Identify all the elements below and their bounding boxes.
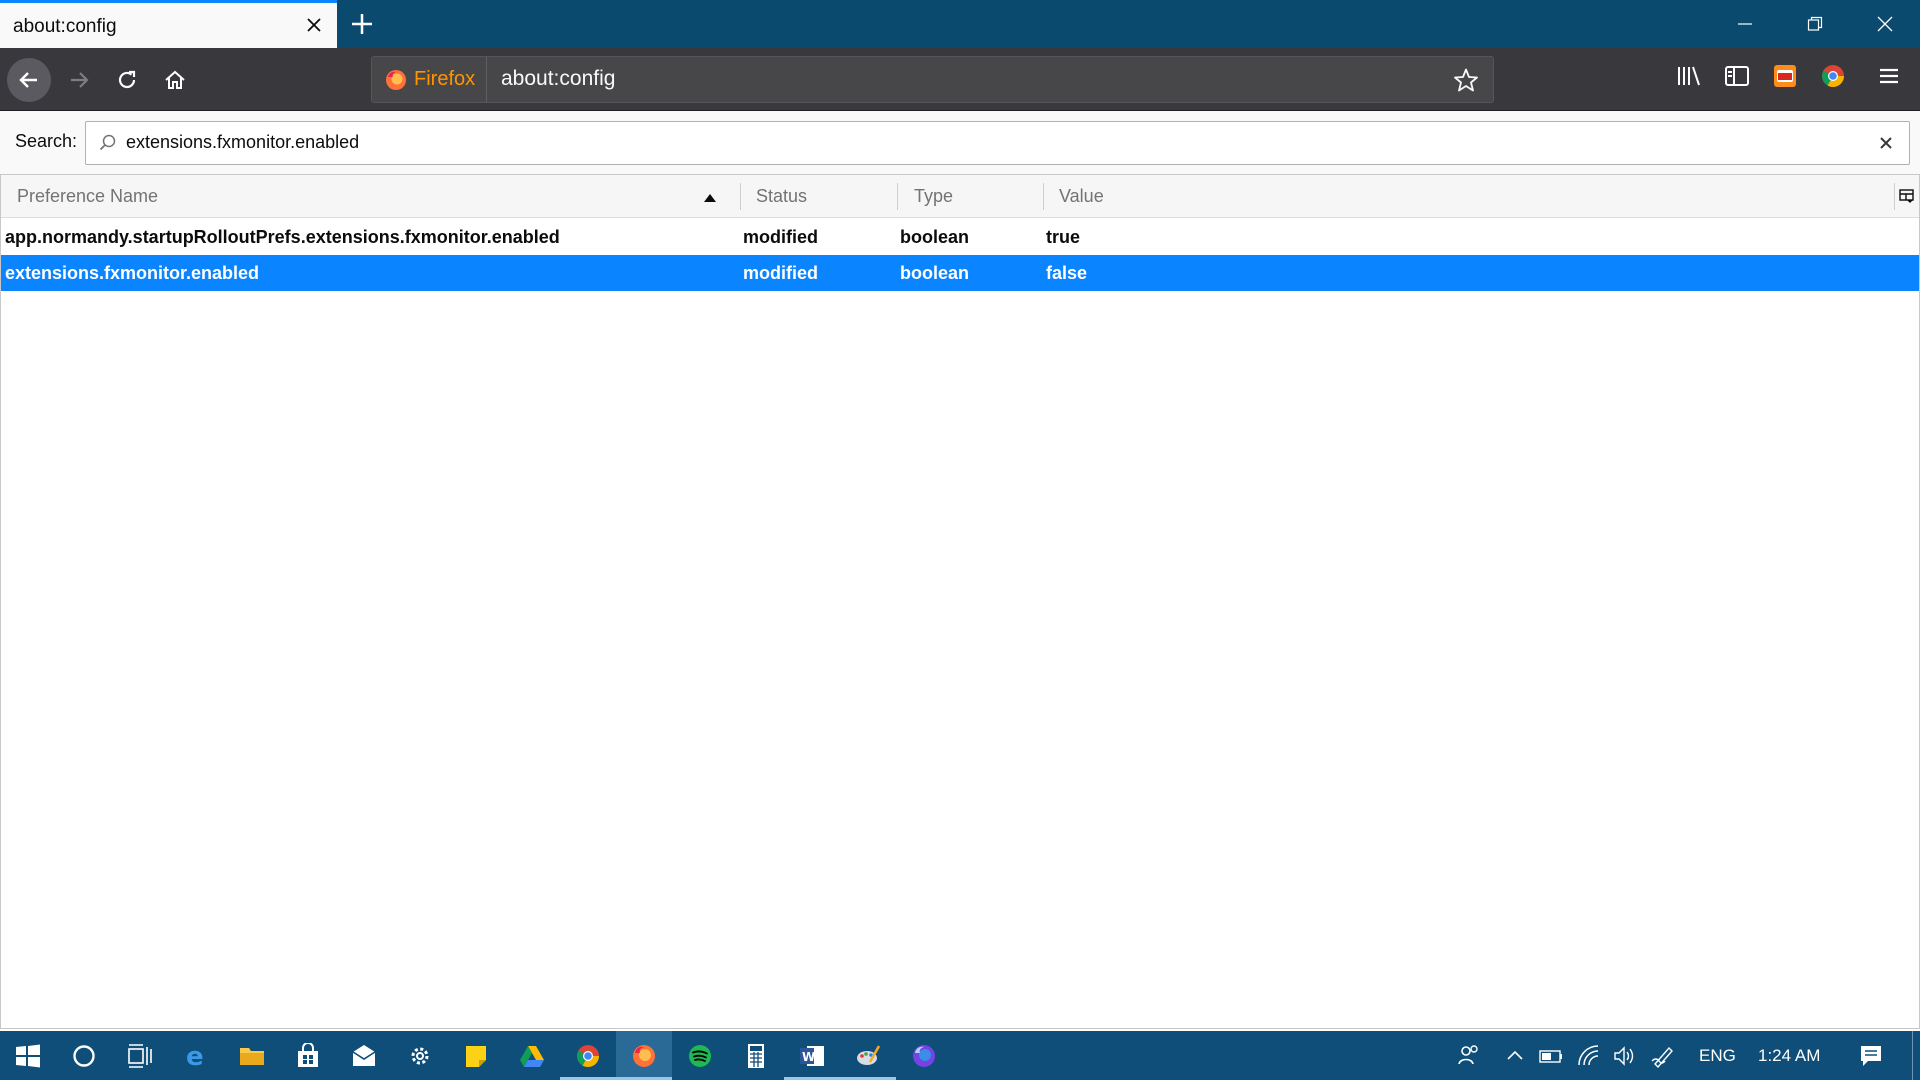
library-icon[interactable] — [1675, 62, 1709, 96]
clear-search-icon[interactable] — [1875, 132, 1897, 154]
forward-button[interactable] — [57, 58, 101, 102]
tab-about-config[interactable]: about:config — [0, 0, 337, 48]
search-label: Search: — [15, 131, 78, 151]
store-icon[interactable] — [280, 1031, 336, 1080]
chrome-icon[interactable] — [560, 1031, 616, 1080]
firefox-nightly-icon[interactable] — [896, 1031, 952, 1080]
sort-ascending-icon — [703, 190, 717, 208]
table-row[interactable]: app.normandy.startupRolloutPrefs.extensi… — [1, 219, 1919, 255]
home-button[interactable] — [153, 58, 197, 102]
edge-icon[interactable]: e — [168, 1031, 224, 1080]
search-icon — [98, 133, 118, 158]
search-row: Search: extensions.fxmonitor.enabled — [0, 111, 1920, 174]
paint-icon[interactable] — [840, 1031, 896, 1080]
task-view-icon[interactable] — [112, 1031, 168, 1080]
settings-icon[interactable] — [392, 1031, 448, 1080]
calculator-icon[interactable] — [728, 1031, 784, 1080]
column-header-status[interactable]: Status — [756, 186, 807, 207]
people-icon[interactable] — [1456, 1043, 1482, 1069]
preferences-tree: Preference Name Status Type Value app.no… — [0, 174, 1920, 1029]
close-tab-icon[interactable] — [303, 14, 325, 36]
pref-value-cell: true — [1046, 227, 1081, 247]
spotify-icon[interactable] — [672, 1031, 728, 1080]
chrome-extension-icon[interactable] — [1819, 62, 1853, 96]
battery-icon[interactable] — [1538, 1043, 1564, 1069]
identity-label: Firefox — [414, 68, 476, 90]
pen-workspace-icon[interactable] — [1650, 1043, 1676, 1069]
minimize-button[interactable] — [1710, 0, 1780, 48]
back-button[interactable] — [7, 58, 51, 102]
sidebar-icon[interactable] — [1723, 62, 1757, 96]
pref-type-cell: boolean — [900, 227, 970, 247]
column-header-preference-name[interactable]: Preference Name — [17, 186, 158, 207]
column-separator[interactable] — [897, 183, 898, 210]
menu-hamburger-icon[interactable] — [1875, 62, 1909, 96]
language-indicator[interactable]: ENG — [1699, 1046, 1736, 1066]
search-input[interactable]: extensions.fxmonitor.enabled — [85, 121, 1910, 165]
table-row-selected[interactable]: extensions.fxmonitor.enabled modified bo… — [1, 255, 1919, 291]
pref-type-cell: boolean — [900, 263, 970, 283]
pref-name-cell: app.normandy.startupRolloutPrefs.extensi… — [5, 227, 560, 247]
svg-text:e: e — [186, 1043, 204, 1069]
bookmark-star-icon[interactable] — [1453, 67, 1479, 93]
navigation-toolbar: Firefox about:config — [0, 48, 1920, 111]
tab-strip: about:config — [0, 0, 1920, 48]
start-icon[interactable] — [0, 1031, 56, 1080]
windows-taskbar: e W ENG 1:24 AM — [0, 1031, 1920, 1080]
column-picker-icon[interactable] — [1899, 188, 1915, 209]
action-center-icon[interactable] — [1858, 1043, 1884, 1069]
url-text[interactable]: about:config — [501, 67, 615, 91]
new-tab-button[interactable] — [344, 8, 380, 40]
column-header-value[interactable]: Value — [1059, 186, 1104, 207]
cortana-icon[interactable] — [56, 1031, 112, 1080]
mail-icon[interactable] — [336, 1031, 392, 1080]
show-desktop-divider[interactable] — [1912, 1031, 1913, 1080]
pref-name-cell: extensions.fxmonitor.enabled — [5, 263, 260, 283]
identity-box[interactable]: Firefox — [372, 57, 487, 102]
clock[interactable]: 1:24 AM — [1758, 1046, 1820, 1066]
google-drive-icon[interactable] — [504, 1031, 560, 1080]
pref-status-cell: modified — [743, 227, 818, 247]
search-value: extensions.fxmonitor.enabled — [126, 132, 360, 152]
reload-button[interactable] — [105, 58, 149, 102]
file-explorer-icon[interactable] — [224, 1031, 280, 1080]
sticky-notes-icon[interactable] — [448, 1031, 504, 1080]
firefox-logo-icon — [386, 70, 406, 90]
word-icon[interactable]: W — [784, 1031, 840, 1080]
pref-value-cell: false — [1046, 263, 1088, 283]
url-bar[interactable]: Firefox about:config — [371, 56, 1494, 103]
chevron-up-icon[interactable] — [1502, 1043, 1528, 1069]
wifi-icon[interactable] — [1576, 1043, 1602, 1069]
volume-icon[interactable] — [1612, 1043, 1638, 1069]
column-header-type[interactable]: Type — [914, 186, 953, 207]
column-separator[interactable] — [1043, 183, 1044, 210]
restore-button[interactable] — [1780, 0, 1850, 48]
firefox-icon[interactable] — [616, 1031, 672, 1080]
column-separator[interactable] — [740, 183, 741, 210]
youtube-extension-icon[interactable] — [1771, 62, 1805, 96]
column-separator — [1894, 183, 1895, 210]
pref-status-cell: modified — [743, 263, 818, 283]
close-window-button[interactable] — [1850, 0, 1920, 48]
tab-title: about:config — [13, 16, 117, 37]
tree-header: Preference Name Status Type Value — [1, 175, 1919, 218]
svg-text:W: W — [802, 1050, 815, 1064]
